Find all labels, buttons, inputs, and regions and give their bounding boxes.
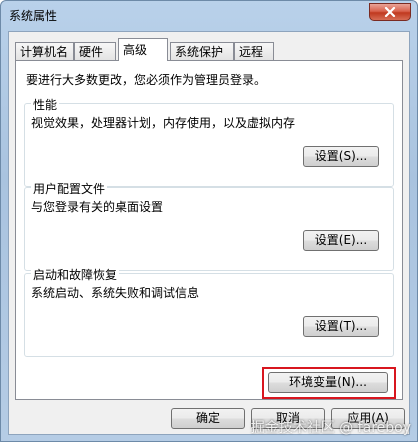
tab-advanced[interactable]: 高级 bbox=[118, 38, 168, 61]
tab-computer-name[interactable]: 计算机名 bbox=[15, 42, 74, 60]
window-title: 系统属性 bbox=[9, 9, 58, 23]
performance-description: 视觉效果，处理器计划，内存使用，以及虚拟内存 bbox=[31, 116, 296, 130]
performance-group: 性能 视觉效果，处理器计划，内存使用，以及虚拟内存 设置(S)... bbox=[24, 96, 394, 187]
startup-recovery-group: 启动和故障恢复 系统启动、系统失败和调试信息 设置(T)... bbox=[24, 266, 394, 357]
ok-button[interactable]: 确定 bbox=[171, 408, 245, 429]
tab-system-protection[interactable]: 系统保护 bbox=[170, 42, 234, 60]
user-profiles-description: 与您登录有关的桌面设置 bbox=[31, 200, 164, 214]
performance-settings-button[interactable]: 设置(S)... bbox=[303, 146, 379, 167]
advanced-tab-panel: 要进行大多数更改，您必须作为管理员登录。 性能 视觉效果，处理器计划，内存使用，… bbox=[15, 60, 403, 400]
close-button[interactable] bbox=[369, 3, 411, 21]
user-profiles-settings-button[interactable]: 设置(E)... bbox=[303, 230, 379, 251]
user-profiles-group-label: 用户配置文件 bbox=[31, 180, 108, 197]
system-properties-window: 系统属性 计算机名 硬件 高级 系统保护 远程 要进行大多数更改，您必须作为管理… bbox=[0, 0, 418, 442]
title-bar[interactable]: 系统属性 bbox=[1, 1, 417, 29]
watermark: 掘金技术社区 @ fareboy bbox=[250, 420, 411, 436]
startup-recovery-group-label: 启动和故障恢复 bbox=[31, 266, 120, 283]
tab-hardware[interactable]: 硬件 bbox=[74, 42, 116, 60]
dialog-client-area: 计算机名 硬件 高级 系统保护 远程 要进行大多数更改，您必须作为管理员登录。 … bbox=[8, 31, 410, 435]
startup-recovery-description: 系统启动、系统失败和调试信息 bbox=[31, 286, 200, 300]
admin-notice: 要进行大多数更改，您必须作为管理员登录。 bbox=[26, 73, 267, 87]
user-profiles-group: 用户配置文件 与您登录有关的桌面设置 设置(E)... bbox=[24, 180, 394, 271]
close-icon bbox=[384, 7, 396, 17]
startup-recovery-settings-button[interactable]: 设置(T)... bbox=[303, 316, 379, 337]
tab-remote[interactable]: 远程 bbox=[234, 42, 274, 60]
environment-variables-button[interactable]: 环境变量(N)... bbox=[268, 372, 388, 393]
performance-group-label: 性能 bbox=[31, 96, 60, 113]
